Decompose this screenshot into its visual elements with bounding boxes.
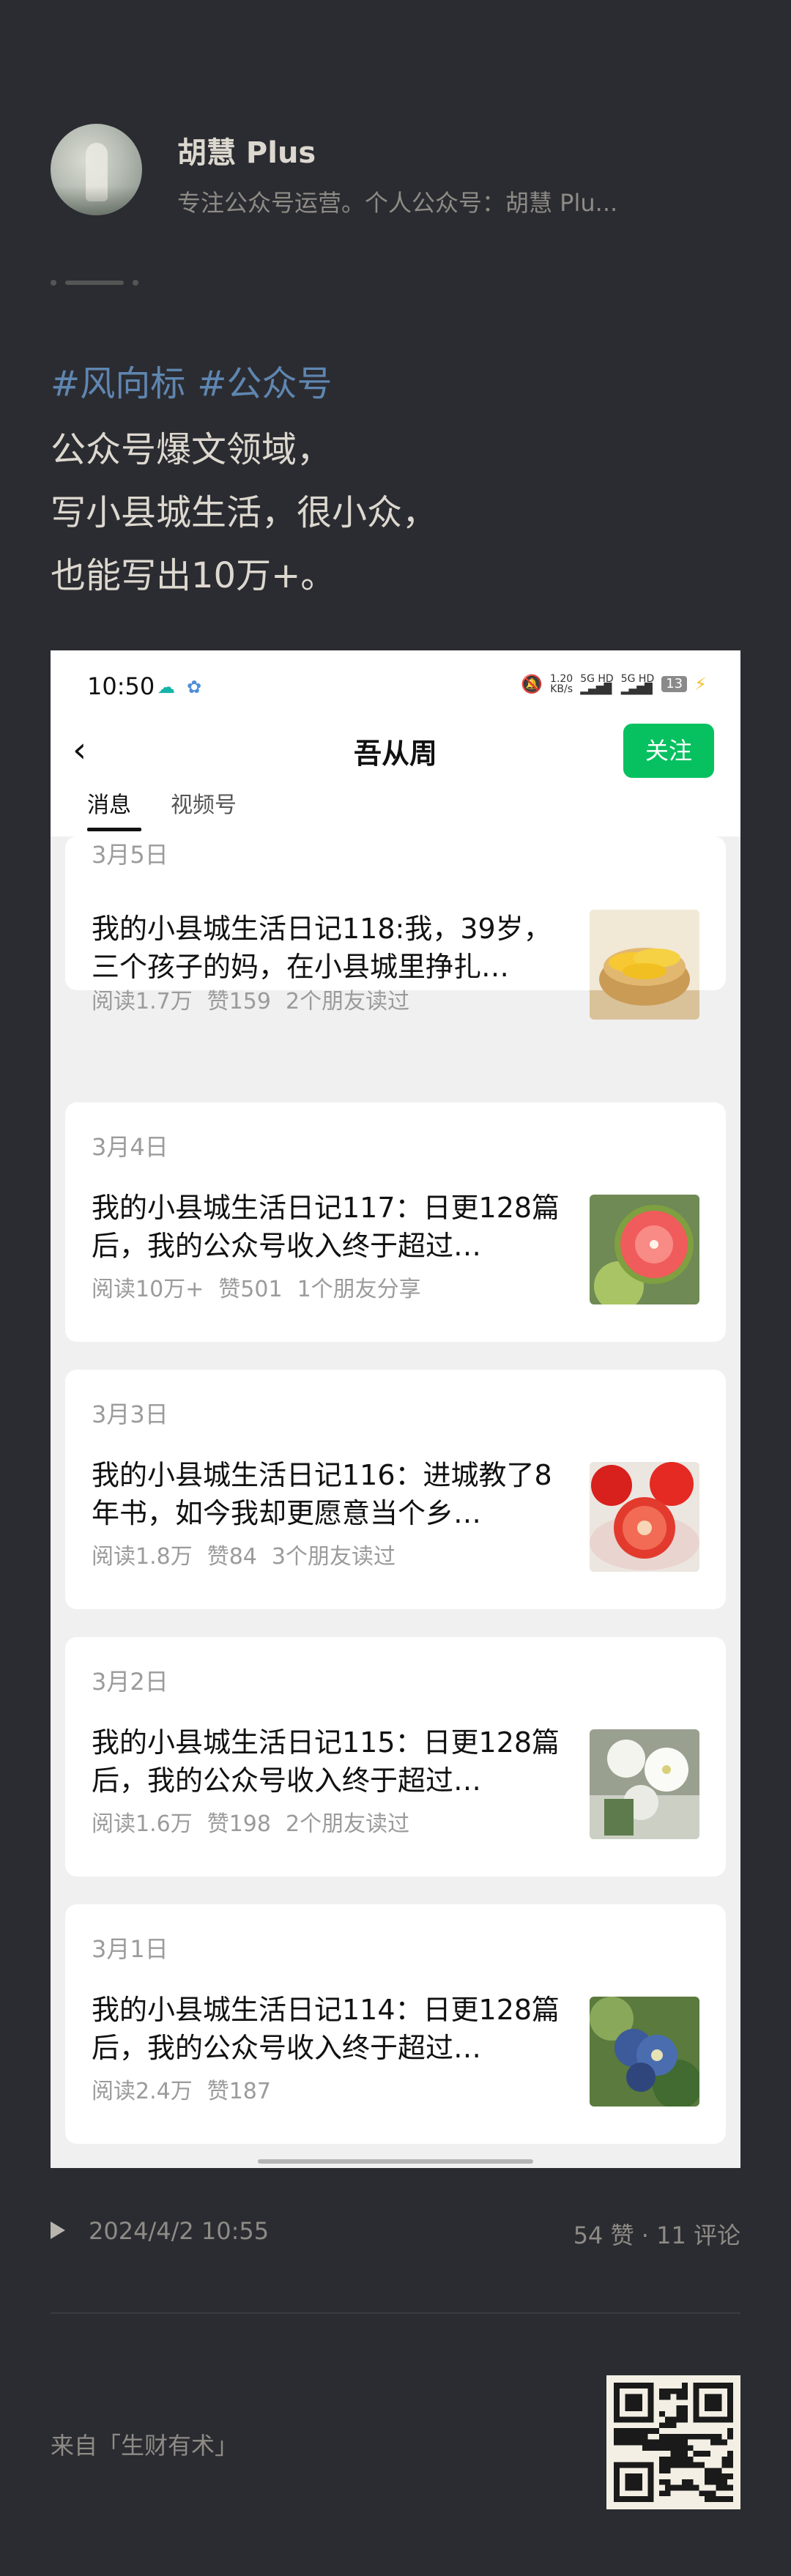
article-title[interactable]: 我的小县城生活日记116：进城教了8年书，如今我却更愿意当个乡… — [92, 1456, 575, 1532]
like-count: 赞198 — [207, 1811, 271, 1837]
like-count: 赞159 — [207, 989, 271, 1014]
article-card[interactable]: 3月3日 我的小县城生活日记116：进城教了8年书，如今我却更愿意当个乡… 阅读… — [65, 1370, 726, 1609]
cloud-icon: ☁ — [157, 677, 175, 697]
home-indicator — [258, 2159, 533, 2164]
tag-link[interactable]: #风向标 — [51, 363, 185, 404]
mute-icon: 🔕 — [521, 674, 543, 694]
article-title[interactable]: 我的小县城生活日记117：日更128篇后，我的公众号收入终于超过… — [92, 1189, 575, 1265]
sim1-label: 5G HD — [580, 673, 614, 685]
read-count: 阅读10万+ — [92, 1277, 204, 1302]
embedded-screenshot[interactable]: 10:50 ☁ ✿ 🔕 1.20 KB/s 5G HD ▂▄▆█ 5G HD ▂▄▆█… — [51, 650, 740, 2168]
article-title[interactable]: 我的小县城生活日记115：日更128篇后，我的公众号收入终于超过… — [92, 1723, 575, 1800]
post-tags: #风向标 #公众号 — [51, 355, 343, 406]
article-date: 3月4日 — [92, 1133, 168, 1161]
avatar[interactable] — [51, 124, 142, 215]
friend-info: 1个朋友分享 — [297, 1277, 421, 1302]
article-date: 3月5日 — [92, 841, 168, 869]
status-bar: 10:50 ☁ ✿ 🔕 1.20 KB/s 5G HD ▂▄▆█ 5G HD ▂▄▆█… — [51, 650, 740, 716]
blueberries-image[interactable] — [590, 1997, 699, 2107]
article-meta: 阅读10万+ 赞501 1个朋友分享 — [92, 1271, 436, 1303]
article-meta: 阅读1.8万 赞84 3个朋友读过 — [92, 1538, 410, 1570]
status-indicators: 🔕 1.20 KB/s 5G HD ▂▄▆█ 5G HD ▂▄▆█ 13 ⚡ — [521, 674, 707, 694]
source-label: 来自「生财有术」 — [51, 2432, 239, 2460]
divider-line — [51, 2312, 740, 2314]
article-date: 3月2日 — [92, 1668, 168, 1696]
charging-icon: ⚡ — [694, 674, 707, 694]
article-date: 3月1日 — [92, 1935, 168, 1963]
like-count: 赞84 — [207, 1544, 257, 1570]
post-stats[interactable]: 54 赞 · 11 评论 — [573, 2217, 740, 2251]
play-icon[interactable] — [51, 2221, 65, 2239]
article-card[interactable]: 3月5日 我的小县城生活日记118:我，39岁，三个孩子的妈，在小县城里挣扎… … — [65, 836, 726, 1020]
guava-image[interactable] — [590, 1195, 699, 1304]
post-datetime: 2024/4/2 10:55 — [89, 2217, 270, 2245]
tab-bar: 消息 视频号 — [51, 782, 740, 836]
like-count: 赞501 — [218, 1277, 283, 1302]
like-count: 赞187 — [207, 2079, 271, 2104]
article-meta: 阅读1.7万 赞159 2个朋友读过 — [92, 983, 424, 1015]
read-count: 阅读1.7万 — [92, 989, 193, 1014]
article-meta: 阅读1.6万 赞198 2个朋友读过 — [92, 1805, 424, 1838]
read-count: 阅读2.4万 — [92, 2079, 193, 2104]
friend-info: 2个朋友读过 — [285, 1811, 410, 1837]
article-date: 3月3日 — [92, 1400, 168, 1428]
post-text-line: 公众号爆文领域， — [51, 429, 333, 470]
nav-bar: ‹ 吾从周 关注 — [51, 716, 740, 782]
article-card[interactable]: 3月2日 我的小县城生活日记115：日更128篇后，我的公众号收入终于超过… 阅… — [65, 1637, 726, 1877]
friend-info: 2个朋友读过 — [285, 989, 410, 1014]
net-speed-unit: KB/s — [550, 683, 573, 695]
tab-messages[interactable]: 消息 — [87, 787, 131, 819]
qr-code-image — [606, 2375, 740, 2509]
article-meta: 阅读2.4万 赞187 — [92, 2073, 286, 2105]
read-count: 阅读1.8万 — [92, 1544, 193, 1570]
app-icon: ✿ — [187, 677, 202, 697]
white-flowers-image[interactable] — [590, 1729, 699, 1839]
signal-label: 5G HD ▂▄▆█ — [580, 673, 614, 695]
article-card[interactable]: 3月1日 我的小县城生活日记114：日更128篇后，我的公众号收入终于超过… 阅… — [65, 1904, 726, 2144]
article-card[interactable]: 3月4日 我的小县城生活日记117：日更128篇后，我的公众号收入终于超过… 阅… — [65, 1102, 726, 1342]
article-title[interactable]: 我的小县城生活日记118:我，39岁，三个孩子的妈，在小县城里挣扎… — [92, 910, 575, 986]
status-time: 10:50 — [87, 672, 155, 700]
tag-link[interactable]: #公众号 — [197, 363, 332, 404]
read-count: 阅读1.6万 — [92, 1811, 193, 1837]
tab-channels[interactable]: 视频号 — [171, 787, 237, 819]
active-tab-indicator — [87, 828, 141, 831]
divider — [51, 280, 146, 286]
tomatoes-image[interactable] — [590, 1462, 699, 1572]
author-name[interactable]: 胡慧 Plus — [177, 129, 316, 171]
steamer-corn-image[interactable] — [590, 910, 699, 1020]
article-title[interactable]: 我的小县城生活日记114：日更128篇后，我的公众号收入终于超过… — [92, 1991, 575, 2067]
battery-icon: 13 — [661, 676, 688, 692]
author-description: 专注公众号运营。个人公众号：胡慧 Plu... — [177, 189, 618, 217]
signal-label: 5G HD ▂▄▆█ — [620, 673, 655, 695]
follow-button[interactable]: 关注 — [623, 724, 714, 778]
friend-info: 3个朋友读过 — [271, 1544, 396, 1570]
post-text-line: 也能写出10万+。 — [51, 555, 336, 596]
sim2-label: 5G HD — [620, 673, 655, 685]
post-text-line: 写小县城生活，很小众， — [51, 492, 438, 533]
